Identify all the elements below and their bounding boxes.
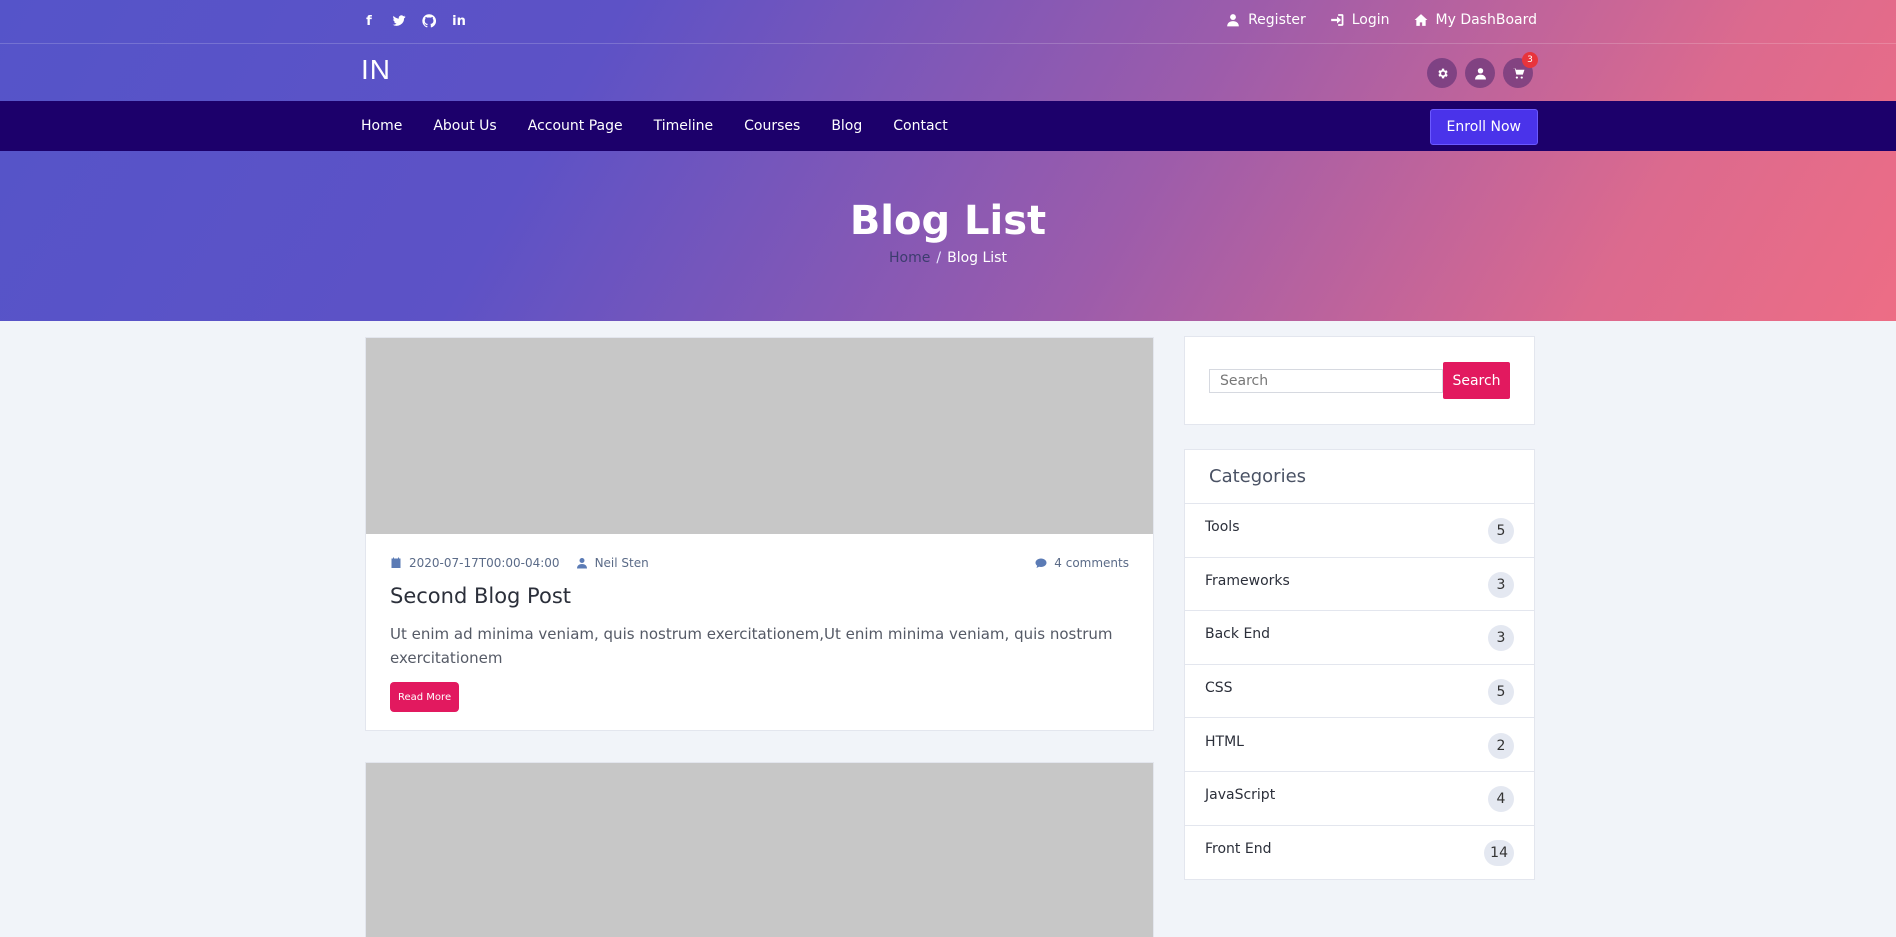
post-title[interactable]: Second Blog Post [390,584,1129,608]
user-icon [1227,14,1239,27]
register-link[interactable]: Register [1226,12,1306,28]
post-excerpt: Ut enim ad minima veniam, quis nostrum e… [390,625,1113,667]
github-icon[interactable] [421,12,437,30]
category-item-frameworks[interactable]: Frameworks 3 [1185,558,1534,612]
header-actions: 3 [1427,52,1538,88]
categories-widget: Categories Tools 5 Frameworks 3 Back End… [1184,449,1535,881]
category-item-html[interactable]: HTML 2 [1185,718,1534,772]
category-count-badge: 5 [1488,518,1514,545]
nav-item-blog[interactable]: Blog [831,118,862,134]
category-item-css[interactable]: CSS 5 [1185,665,1534,719]
twitter-icon[interactable] [391,12,407,30]
site-logo[interactable]: IN [361,54,391,86]
category-count-badge: 3 [1488,571,1514,598]
category-name: JavaScript [1205,787,1276,804]
search-widget: Search [1184,336,1535,425]
nav-item-contact[interactable]: Contact [893,118,947,134]
read-more-button[interactable]: Read More [390,682,460,712]
post-meta: 2020-07-17T00:00-04:00 Neil Sten 4 comme… [390,556,1129,570]
enroll-now-button[interactable]: Enroll Now [1429,109,1538,145]
sign-in-icon [1330,14,1344,26]
nav-item-courses[interactable]: Courses [744,118,800,134]
cart-button[interactable]: 3 [1503,52,1538,88]
search-input[interactable] [1209,369,1443,393]
post-body: 2020-07-17T00:00-04:00 Neil Sten 4 comme… [366,534,1153,730]
post-date: 2020-07-17T00:00-04:00 [390,556,560,570]
category-item-back-end[interactable]: Back End 3 [1185,611,1534,665]
profile-button[interactable] [1465,58,1495,88]
category-item-tools[interactable]: Tools 5 [1185,504,1534,558]
category-name: Tools [1205,519,1240,536]
cart-count-badge: 3 [1522,52,1538,68]
category-item-javascript[interactable]: JavaScript 4 [1185,772,1534,826]
post-author[interactable]: Neil Sten [576,556,649,570]
category-item-front-end[interactable]: Front End 14 [1185,826,1534,880]
breadcrumb-home[interactable]: Home [889,250,930,266]
category-name: CSS [1205,680,1233,697]
category-name: Frameworks [1205,572,1290,589]
breadcrumb-separator: / [936,250,942,266]
category-count-badge: 4 [1488,786,1514,813]
main-navbar: Home About Us Account Page Timeline Cour… [0,101,1896,151]
breadcrumb: Home / Blog List [0,250,1896,266]
blog-post-card [365,762,1154,937]
gear-icon [1437,68,1448,78]
login-link[interactable]: Login [1330,12,1390,28]
home-icon [1414,14,1427,26]
social-links: f in [361,12,467,30]
blog-post-card: 2020-07-17T00:00-04:00 Neil Sten 4 comme… [365,337,1154,731]
breadcrumb-current: Blog List [947,250,1007,266]
site-header: IN 3 [0,44,1896,101]
settings-button[interactable] [1427,58,1457,88]
post-image-placeholder[interactable] [366,338,1153,534]
page-title: Blog List [849,198,1047,244]
user-icon [1474,67,1486,79]
category-count-badge: 3 [1488,625,1514,652]
categories-title: Categories [1185,450,1534,504]
nav-item-about-us[interactable]: About Us [433,118,496,134]
nav-item-home[interactable]: Home [361,118,402,134]
post-image-placeholder[interactable] [366,763,1153,937]
cart-icon [1512,67,1524,79]
top-bar: f in Register Login My DashBoard [0,0,1896,44]
category-count-badge: 5 [1488,679,1514,706]
nav-item-account-page[interactable]: Account Page [528,118,623,134]
linkedin-icon[interactable]: in [451,12,467,30]
dashboard-link[interactable]: My DashBoard [1414,12,1537,28]
post-comments[interactable]: 4 comments [1035,556,1129,570]
search-button[interactable]: Search [1443,362,1510,399]
category-count-badge: 2 [1488,732,1514,759]
comment-icon [1035,558,1047,568]
nav-item-timeline[interactable]: Timeline [654,118,714,134]
user-links: Register Login My DashBoard [1226,12,1537,28]
category-count-badge: 14 [1484,840,1514,867]
category-name: Back End [1205,626,1271,643]
calendar-icon [391,557,401,568]
user-icon [576,558,587,569]
category-name: HTML [1205,733,1244,750]
facebook-icon[interactable]: f [361,12,377,30]
nav-links: Home About Us Account Page Timeline Cour… [361,101,948,151]
category-name: Front End [1205,841,1272,858]
